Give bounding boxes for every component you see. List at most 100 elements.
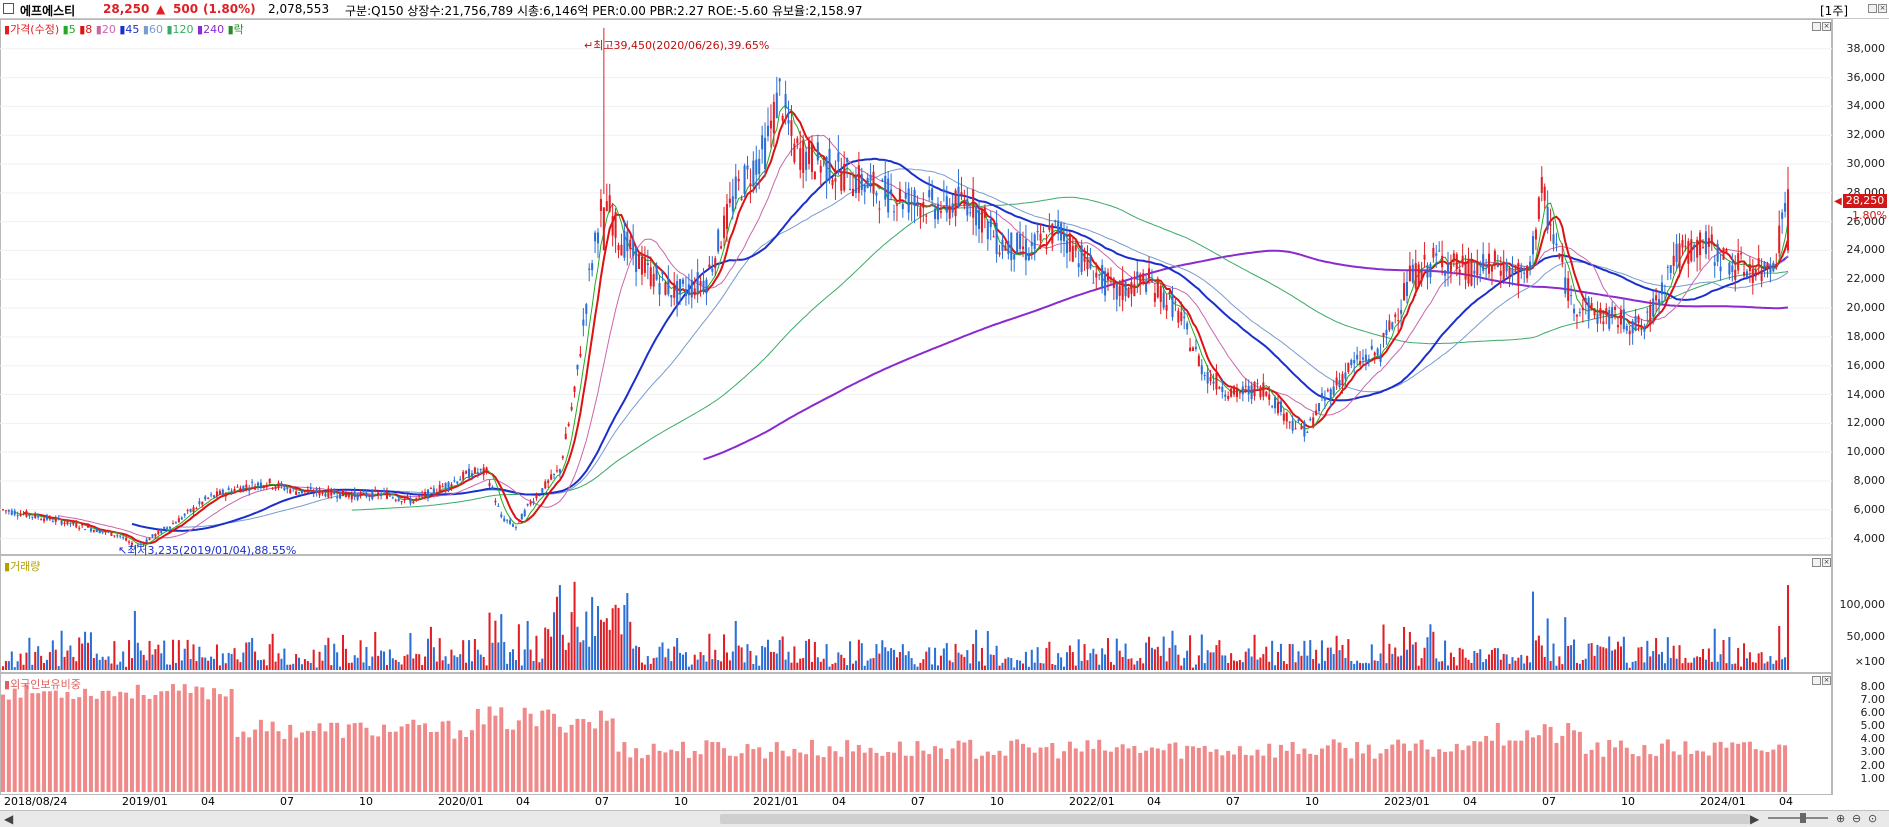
volume-bar <box>157 644 160 670</box>
volume-bar <box>541 658 544 670</box>
foreign-bar <box>282 738 287 792</box>
zoom-reset-icon[interactable]: ⊙ <box>1868 812 1877 825</box>
zoom-in-icon[interactable]: ⊕ <box>1836 812 1845 825</box>
candle-body <box>1338 379 1341 388</box>
minimize-icon[interactable] <box>1868 4 1877 13</box>
candle-body <box>1669 265 1672 273</box>
volume-bar <box>465 662 468 670</box>
candle-body <box>1540 177 1543 193</box>
volume-bar <box>623 604 626 670</box>
candle-body <box>1652 298 1655 317</box>
candle-body <box>494 500 497 503</box>
candle-body <box>1332 386 1335 395</box>
candle-body <box>1713 262 1716 266</box>
volume-bar <box>22 664 25 670</box>
volume-bar <box>1772 663 1775 670</box>
candle-body <box>942 189 945 192</box>
scrollbar-thumb[interactable] <box>720 814 1750 824</box>
volume-bar <box>432 647 435 670</box>
candle-body <box>766 125 770 137</box>
volume-bar <box>828 666 831 670</box>
foreign-bar <box>1742 742 1747 792</box>
volume-bar <box>1458 647 1461 670</box>
volume-bar <box>901 644 904 670</box>
candle-body <box>239 487 242 493</box>
volume-bar <box>1095 654 1098 670</box>
volume-bar <box>843 658 846 670</box>
candle-body <box>561 456 564 458</box>
candle-body <box>989 219 992 228</box>
candle-body <box>1740 253 1743 255</box>
candle-body <box>810 143 813 172</box>
close-icon[interactable]: × <box>1878 4 1887 13</box>
price-panel-close-icon[interactable]: × <box>1822 22 1831 31</box>
candle-body <box>1148 268 1151 279</box>
volume-bar <box>262 659 265 670</box>
volume-bar <box>462 640 465 670</box>
candle-body <box>421 494 424 497</box>
foreign-bar <box>346 724 351 792</box>
volume-bar <box>1183 657 1186 670</box>
candle-body <box>1690 239 1693 262</box>
zoom-slider[interactable] <box>1768 817 1828 819</box>
price-panel-minimize-icon[interactable] <box>1812 22 1821 31</box>
volume-bar <box>330 665 333 670</box>
candle-body <box>934 208 937 220</box>
foreign-bar <box>1402 743 1407 792</box>
zoom-out-icon[interactable]: ⊖ <box>1852 812 1861 825</box>
candle-body <box>22 513 25 515</box>
candle-body <box>1631 321 1634 334</box>
candle-body <box>1766 262 1769 269</box>
foreign-bar <box>382 724 387 792</box>
scroll-left-icon[interactable]: ◀ <box>4 812 13 826</box>
foreign-bar <box>481 724 486 792</box>
volume-bar <box>1253 634 1256 670</box>
candle-body <box>673 283 676 298</box>
volume-panel-close-icon[interactable]: × <box>1822 558 1831 567</box>
candle-body <box>482 467 485 475</box>
candle-body <box>1104 271 1107 296</box>
volume-bar <box>681 654 685 670</box>
candle-body <box>1136 271 1139 280</box>
candle-body <box>1112 278 1115 289</box>
candle-body <box>1174 301 1177 303</box>
volume-bar <box>1414 642 1417 670</box>
zoom-slider-handle[interactable] <box>1800 813 1806 823</box>
candle-body <box>339 492 342 499</box>
candle-body <box>1520 266 1523 271</box>
axis-tick-label: 5.00 <box>1860 719 1886 733</box>
scroll-right-icon[interactable]: ▶ <box>1750 812 1759 826</box>
foreign-panel-minimize-icon[interactable] <box>1812 676 1821 685</box>
horizontal-scrollbar[interactable]: ◀ ▶ ⊕ ⊖ ⊙ <box>0 810 1889 827</box>
date-tick-label: 2023/01 <box>1384 795 1430 808</box>
foreign-bar <box>1519 740 1524 792</box>
volume-bar <box>1599 646 1602 670</box>
candle-body <box>643 257 646 273</box>
foreign-bar <box>77 697 82 792</box>
volume-bar <box>1089 653 1092 670</box>
foreign-bar <box>639 758 644 792</box>
volume-bar <box>983 665 986 670</box>
volume-bar <box>28 637 31 670</box>
volume-bar <box>1098 664 1101 670</box>
candle-body <box>1429 264 1432 278</box>
foreign-panel-close-icon[interactable]: × <box>1822 676 1831 685</box>
foreign-bar <box>1683 741 1688 792</box>
candle-body <box>808 140 811 164</box>
volume-bar <box>1464 657 1467 670</box>
volume-bar <box>1549 661 1552 670</box>
foreign-bar <box>569 724 574 792</box>
foreign-bar <box>1255 749 1260 792</box>
legend-volume: 거래량 <box>10 560 41 573</box>
foreign-bar <box>815 755 820 792</box>
volume-bar <box>1373 660 1376 670</box>
candle-body <box>951 203 954 213</box>
volume-bar <box>104 659 107 670</box>
volume-panel-minimize-icon[interactable] <box>1812 558 1821 567</box>
candle-body <box>500 514 503 517</box>
candle-body <box>1150 280 1153 282</box>
candle-body <box>4 510 7 512</box>
candle-body <box>1057 220 1060 235</box>
volume-bars <box>1 581 1790 670</box>
volume-bar <box>110 663 113 670</box>
